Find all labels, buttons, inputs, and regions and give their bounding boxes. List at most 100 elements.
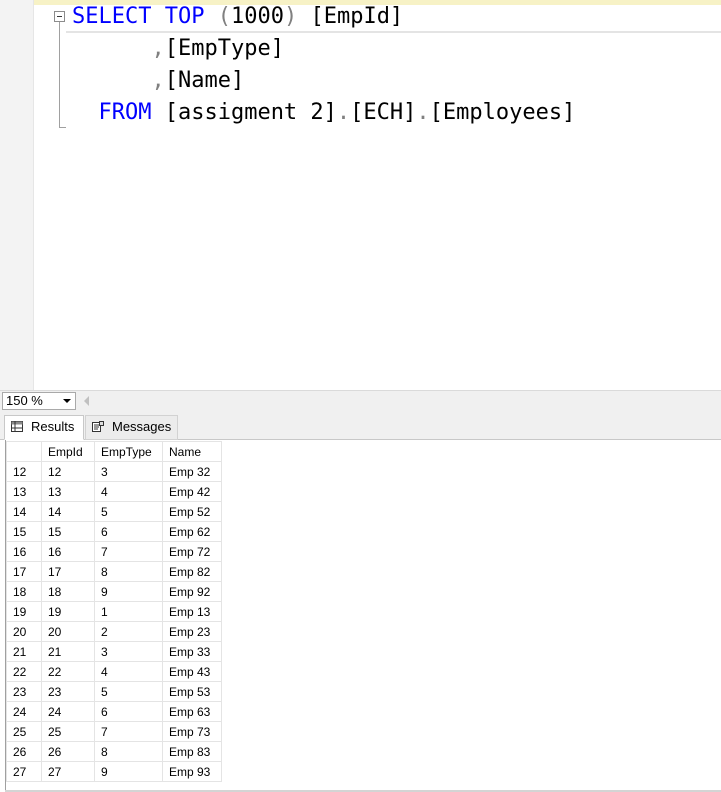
row-number[interactable]: 25 <box>6 721 42 742</box>
grid-cell[interactable]: 13 <box>41 481 95 502</box>
column-header-emptype[interactable]: EmpType <box>94 441 163 462</box>
table-row[interactable]: 25 25 7 Emp 73 <box>6 721 222 742</box>
collapse-region-icon[interactable] <box>54 11 65 22</box>
grid-cell[interactable]: 9 <box>94 581 163 602</box>
grid-cell[interactable]: 26 <box>41 741 95 762</box>
row-number[interactable]: 17 <box>6 561 42 582</box>
grid-cell[interactable]: Emp 23 <box>162 621 222 642</box>
grid-cell[interactable]: 14 <box>41 501 95 522</box>
column-header-name[interactable]: Name <box>162 441 222 462</box>
grid-cell[interactable]: 6 <box>94 701 163 722</box>
row-number[interactable]: 20 <box>6 621 42 642</box>
grid-cell[interactable]: Emp 82 <box>162 561 222 582</box>
grid-cell[interactable]: 3 <box>94 461 163 482</box>
grid-cell[interactable]: 20 <box>41 621 95 642</box>
table-row[interactable]: 12 12 3 Emp 32 <box>6 461 222 482</box>
grid-cell[interactable]: Emp 93 <box>162 761 222 782</box>
column-header-empid[interactable]: EmpId <box>41 441 95 462</box>
code-token: [Name] <box>164 68 245 93</box>
grid-cell[interactable]: 12 <box>41 461 95 482</box>
grid-cell[interactable]: Emp 63 <box>162 701 222 722</box>
results-grid-panel[interactable]: EmpId EmpType Name 12 12 3 Emp 32 13 13 4 Emp 4… <box>0 440 721 792</box>
grid-cell[interactable]: Emp 92 <box>162 581 222 602</box>
grid-cell[interactable]: 5 <box>94 501 163 522</box>
row-number[interactable]: 27 <box>6 761 42 782</box>
row-number[interactable]: 26 <box>6 741 42 762</box>
table-row[interactable]: 19 19 1 Emp 13 <box>6 601 222 622</box>
grid-cell[interactable]: Emp 33 <box>162 641 222 662</box>
grid-cell[interactable]: 15 <box>41 521 95 542</box>
code-line-3[interactable]: ,[Name] <box>72 66 244 96</box>
row-number[interactable]: 12 <box>6 461 42 482</box>
row-number[interactable]: 19 <box>6 601 42 622</box>
grid-cell[interactable]: Emp 83 <box>162 741 222 762</box>
query-editor[interactable]: SELECT TOP (1000) [EmpId] ,[EmpType] ,[N… <box>0 0 721 390</box>
row-number[interactable]: 18 <box>6 581 42 602</box>
grid-cell[interactable]: 7 <box>94 541 163 562</box>
grid-cell[interactable]: 2 <box>94 621 163 642</box>
grid-cell[interactable]: Emp 62 <box>162 521 222 542</box>
tab-results[interactable]: Results <box>4 415 84 440</box>
table-row[interactable]: 17 17 8 Emp 82 <box>6 561 222 582</box>
grid-cell[interactable]: 21 <box>41 641 95 662</box>
row-number[interactable]: 15 <box>6 521 42 542</box>
grid-cell[interactable]: 3 <box>94 641 163 662</box>
table-row[interactable]: 16 16 7 Emp 72 <box>6 541 222 562</box>
grid-cell[interactable]: 25 <box>41 721 95 742</box>
table-row[interactable]: 14 14 5 Emp 52 <box>6 501 222 522</box>
table-row[interactable]: 15 15 6 Emp 62 <box>6 521 222 542</box>
grid-cell[interactable]: 7 <box>94 721 163 742</box>
chevron-down-icon[interactable] <box>63 399 71 403</box>
grid-cell[interactable]: 18 <box>41 581 95 602</box>
results-grid[interactable]: EmpId EmpType Name 12 12 3 Emp 32 13 13 4 Emp 4… <box>6 441 222 782</box>
grid-cell[interactable]: Emp 73 <box>162 721 222 742</box>
grid-cell[interactable]: Emp 32 <box>162 461 222 482</box>
table-row[interactable]: 13 13 4 Emp 42 <box>6 481 222 502</box>
table-row[interactable]: 23 23 5 Emp 53 <box>6 681 222 702</box>
row-number[interactable]: 24 <box>6 701 42 722</box>
row-number[interactable]: 13 <box>6 481 42 502</box>
code-token: . <box>416 100 430 125</box>
grid-cell[interactable]: 8 <box>94 741 163 762</box>
grid-cell[interactable]: 4 <box>94 481 163 502</box>
grid-cell[interactable]: 5 <box>94 681 163 702</box>
grid-cell[interactable]: Emp 53 <box>162 681 222 702</box>
grid-cell[interactable]: 27 <box>41 761 95 782</box>
grid-cell[interactable]: Emp 42 <box>162 481 222 502</box>
zoom-dropdown[interactable]: 150 % <box>2 392 76 410</box>
table-row[interactable]: 27 27 9 Emp 93 <box>6 761 222 782</box>
table-row[interactable]: 20 20 2 Emp 23 <box>6 621 222 642</box>
row-number[interactable]: 22 <box>6 661 42 682</box>
grid-cell[interactable]: 19 <box>41 601 95 622</box>
row-number[interactable]: 23 <box>6 681 42 702</box>
table-row[interactable]: 21 21 3 Emp 33 <box>6 641 222 662</box>
grid-cell[interactable]: 4 <box>94 661 163 682</box>
scroll-left-icon[interactable] <box>84 396 89 406</box>
tab-messages[interactable]: Messages <box>85 415 178 440</box>
grid-cell[interactable]: 17 <box>41 561 95 582</box>
grid-cell[interactable]: 16 <box>41 541 95 562</box>
table-row[interactable]: 18 18 9 Emp 92 <box>6 581 222 602</box>
table-row[interactable]: 26 26 8 Emp 83 <box>6 741 222 762</box>
row-number[interactable]: 21 <box>6 641 42 662</box>
grid-cell[interactable]: Emp 43 <box>162 661 222 682</box>
row-number[interactable]: 14 <box>6 501 42 522</box>
grid-cell[interactable]: 6 <box>94 521 163 542</box>
row-number[interactable]: 16 <box>6 541 42 562</box>
grid-cell[interactable]: Emp 72 <box>162 541 222 562</box>
grid-cell[interactable]: 1 <box>94 601 163 622</box>
table-row[interactable]: 22 22 4 Emp 43 <box>6 661 222 682</box>
grid-cell[interactable]: 8 <box>94 561 163 582</box>
code-line-4[interactable]: FROM [assigment 2].[ECH].[Employees] <box>72 98 576 128</box>
row-number-header[interactable] <box>6 441 42 462</box>
grid-cell[interactable]: 9 <box>94 761 163 782</box>
grid-cell[interactable]: 24 <box>41 701 95 722</box>
code-line-1[interactable]: SELECT TOP (1000) [EmpId] <box>72 2 403 32</box>
grid-cell[interactable]: 23 <box>41 681 95 702</box>
table-row[interactable]: 24 24 6 Emp 63 <box>6 701 222 722</box>
grid-cell[interactable]: 22 <box>41 661 95 682</box>
grid-cell[interactable]: Emp 13 <box>162 601 222 622</box>
code-line-2[interactable]: ,[EmpType] <box>72 34 283 64</box>
grid-cell[interactable]: Emp 52 <box>162 501 222 522</box>
